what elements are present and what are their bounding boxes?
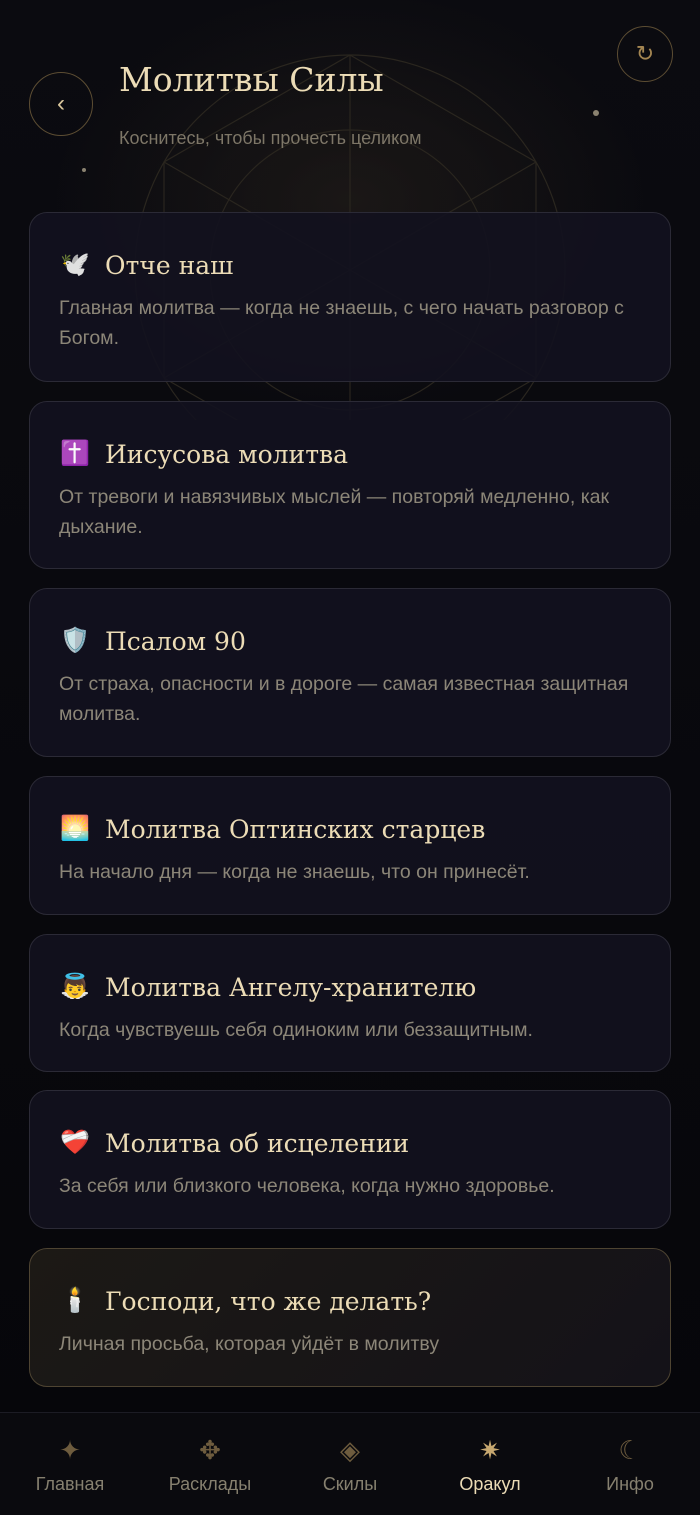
prayer-card-optina-elders[interactable]: 🌅 Молитва Оптинских старцев На начало дн… — [29, 776, 671, 915]
nav-label: Главная — [35, 1474, 105, 1494]
prayer-description: Когда чувствуешь себя одиноким или безза… — [59, 1019, 533, 1041]
nav-item-info[interactable]: ☾ Инфо — [560, 1413, 700, 1515]
nav-label: Оракул — [459, 1474, 521, 1494]
prayer-title: Молитва Ангелу-хранителю — [105, 972, 477, 1002]
prayer-description: На начало дня — когда не знаешь, что он … — [59, 861, 530, 883]
mending-heart-icon: ❤️‍🩹 — [60, 1129, 90, 1156]
prayer-title: Иисусова молитва — [105, 439, 349, 469]
nav-item-home[interactable]: ✦ Главная — [0, 1413, 140, 1515]
cards-icon: ✥ — [199, 1435, 221, 1465]
nav-item-spreads[interactable]: ✥ Расклады — [140, 1413, 280, 1515]
sparkle-icon: ✷ — [479, 1435, 501, 1465]
prayer-title: Псалом 90 — [105, 626, 246, 656]
prayer-title: Молитва Оптинских старцев — [105, 814, 486, 844]
sunrise-icon: 🌅 — [60, 815, 90, 842]
prayer-title: Господи, что же делать? — [105, 1286, 432, 1316]
nav-label: Инфо — [606, 1474, 654, 1494]
prayer-description: Главная молитва — когда не знаешь, с чег… — [59, 297, 624, 349]
back-button[interactable]: ‹ — [29, 72, 93, 136]
nav-item-oracle[interactable]: ✷ Оракул — [420, 1413, 560, 1515]
prayer-card-psalm-90[interactable]: 🛡️ Псалом 90 От страха, опасности и в до… — [29, 588, 671, 757]
prayer-title: Отче наш — [105, 250, 234, 280]
dove-icon: 🕊️ — [60, 251, 90, 278]
nav-item-skills[interactable]: ◈ Скилы — [280, 1413, 420, 1515]
decorative-star — [82, 168, 86, 172]
prayer-card-our-father[interactable]: 🕊️ Отче наш Главная молитва — когда не з… — [29, 212, 671, 382]
page-title: Молитвы Силы — [119, 60, 384, 99]
prayer-card-guardian-angel[interactable]: 👼 Молитва Ангелу-хранителю Когда чувству… — [29, 934, 671, 1072]
prayer-title: Молитва об исцелении — [105, 1128, 410, 1158]
prayer-description: От тревоги и навязчивых мыслей — повторя… — [59, 486, 610, 538]
shield-icon: 🛡️ — [60, 627, 90, 654]
star-icon: ✦ — [59, 1435, 81, 1465]
chevron-left-icon: ‹ — [57, 90, 65, 117]
refresh-icon: ↻ — [635, 41, 655, 66]
page-subtitle: Коснитесь, чтобы прочесть целиком — [119, 128, 422, 148]
angel-icon: 👼 — [60, 973, 90, 1000]
prayer-card-healing[interactable]: ❤️‍🩹 Молитва об исцелении За себя или бл… — [29, 1090, 671, 1229]
diamond-icon: ◈ — [340, 1435, 360, 1465]
nav-label: Скилы — [322, 1474, 378, 1494]
prayer-description: Личная просьба, которая уйдёт в молитву — [59, 1333, 440, 1355]
nav-label: Расклады — [168, 1474, 252, 1494]
refresh-button[interactable]: ↻ — [617, 26, 673, 82]
bottom-nav: ✦ Главная ✥ Расклады ◈ Скилы ✷ Оракул ☾ … — [0, 1412, 700, 1515]
prayer-card-jesus-prayer[interactable]: ✝️ Иисусова молитва От тревоги и навязчи… — [29, 401, 671, 569]
decorative-star — [593, 110, 599, 116]
prayer-card-personal-request[interactable]: 🕯️ Господи, что же делать? Личная просьб… — [29, 1248, 671, 1387]
prayer-description: За себя или близкого человека, когда нуж… — [59, 1175, 555, 1197]
candle-icon: 🕯️ — [60, 1287, 90, 1314]
moon-icon: ☾ — [618, 1435, 642, 1465]
prayer-description: От страха, опасности и в дороге — самая … — [59, 673, 629, 725]
cross-icon: ✝️ — [60, 440, 90, 467]
